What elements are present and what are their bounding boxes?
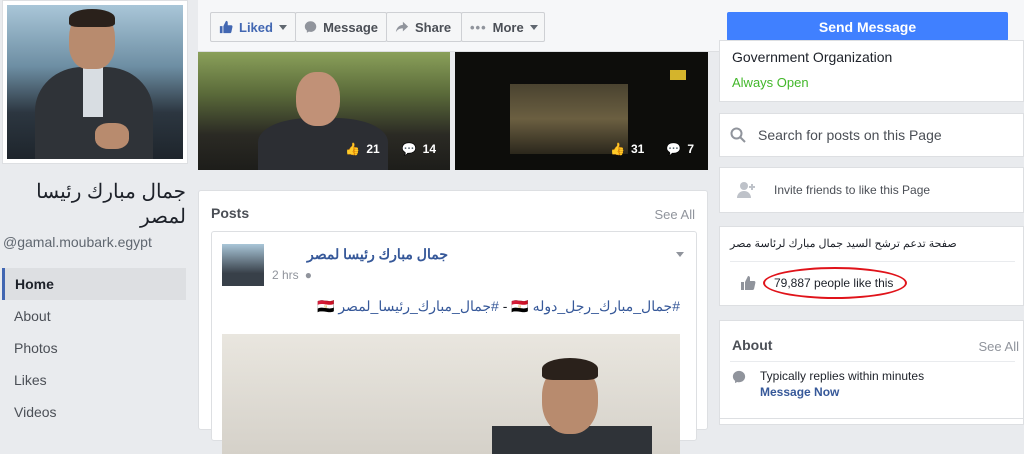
search-icon [730,127,746,143]
video-like-count: 21 [366,142,380,156]
more-label: More [492,19,524,35]
hashtag-link[interactable]: #جمال_مبارك_رجل_دوله [533,298,680,314]
video-comment-count: 14 [422,142,436,156]
about-title: About [732,337,773,353]
thumbs-up-icon: 👍 [345,142,361,156]
video-thumbnail[interactable]: 👍 21 💬 14 [198,52,450,170]
invite-friends-card[interactable]: Invite friends to like this Page [719,167,1024,213]
message-now-link[interactable]: Message Now [760,385,839,399]
send-message-button[interactable]: Send Message [727,12,1008,41]
post-card: جمال مبارك رئيسا لمصر 2 hrs ● #جمال_مبار… [211,231,697,454]
liked-button[interactable]: Liked [210,12,296,42]
thumbs-up-icon: 👍 [610,142,625,156]
red-highlight-ellipse [763,267,907,299]
about-card: About See All Typically replies within m… [719,320,1024,425]
messenger-icon [304,21,317,33]
thumbs-up-icon [741,276,756,290]
invite-label: Invite friends to like this Page [774,183,931,197]
nav-item-home[interactable]: Home [2,268,186,300]
response-time: Typically replies within minutes [760,369,925,383]
message-button[interactable]: Message [295,12,387,42]
next-card-edge [719,418,1024,425]
page-nav: Home About Photos Likes Videos [2,268,186,428]
page-info-card: Government Organization Always Open [719,40,1024,102]
post-avatar[interactable] [222,244,264,286]
posts-section: Posts See All جمال مبارك رئيسا لمصر 2 hr… [198,190,708,454]
divider [730,261,1015,262]
more-button[interactable]: ••• More [461,12,545,42]
share-button[interactable]: Share [386,12,462,42]
search-posts-card [719,113,1024,157]
flag-icon: 🇪🇬 [511,298,529,314]
thumbs-up-icon [219,20,233,34]
share-arrow-icon [395,21,409,33]
post-image[interactable] [222,334,680,454]
comment-icon: 💬 [401,142,417,156]
channel-logo [670,70,686,80]
nav-item-photos[interactable]: Photos [2,332,186,364]
post-text: #جمال_مبارك_رجل_دوله 🇪🇬 - #جمال_مبارك_رئ… [317,298,680,315]
globe-icon: ● [304,268,312,282]
flag-icon: 🇪🇬 [317,298,335,314]
chevron-down-icon [529,24,538,30]
posts-title: Posts [211,205,250,221]
page-handle[interactable]: @gamal.moubark.egypt [3,234,152,250]
chevron-down-icon [676,252,684,257]
video-thumbnail[interactable]: 👍 31 💬 7 [455,52,708,170]
comment-icon: 💬 [666,142,682,156]
about-see-all-link[interactable]: See All [979,339,1019,354]
profile-photo [7,5,183,159]
text-separator: - [502,298,508,314]
page-category[interactable]: Government Organization [732,49,892,65]
add-friend-icon [737,182,755,198]
message-label: Message [323,19,378,35]
post-author[interactable]: جمال مبارك رئيسا لمصر [307,246,448,263]
post-time-label: 2 hrs [272,268,299,282]
video-row: 👍 21 💬 14 👍 31 💬 7 [198,52,708,170]
nav-item-likes[interactable]: Likes [2,364,186,396]
page-description: صفحة تدعم ترشح السيد جمال مبارك لرئاسة م… [730,238,957,250]
nav-item-videos[interactable]: Videos [2,396,186,428]
chevron-down-icon [278,24,287,30]
nav-item-about[interactable]: About [2,300,186,332]
search-posts-input[interactable] [758,127,1008,143]
hours-status: Always Open [732,75,809,90]
hashtag-link[interactable]: #جمال_مبارك_رئيسا_لمصر [338,298,498,314]
divider [730,361,1015,362]
post-options-chevron[interactable] [676,244,684,262]
page-description-card: صفحة تدعم ترشح السيد جمال مبارك لرئاسة م… [719,226,1024,306]
messenger-icon [732,370,746,384]
page-name[interactable]: جمال مبارك رئيسا لمصر [6,180,186,230]
more-dots-icon: ••• [470,19,487,35]
post-timestamp[interactable]: 2 hrs ● [272,268,312,282]
posts-see-all-link[interactable]: See All [655,207,695,222]
video-comment-count: 7 [687,142,694,156]
share-label: Share [415,19,452,35]
liked-label: Liked [239,19,273,35]
profile-picture[interactable] [2,0,188,164]
video-like-count: 31 [631,142,645,156]
